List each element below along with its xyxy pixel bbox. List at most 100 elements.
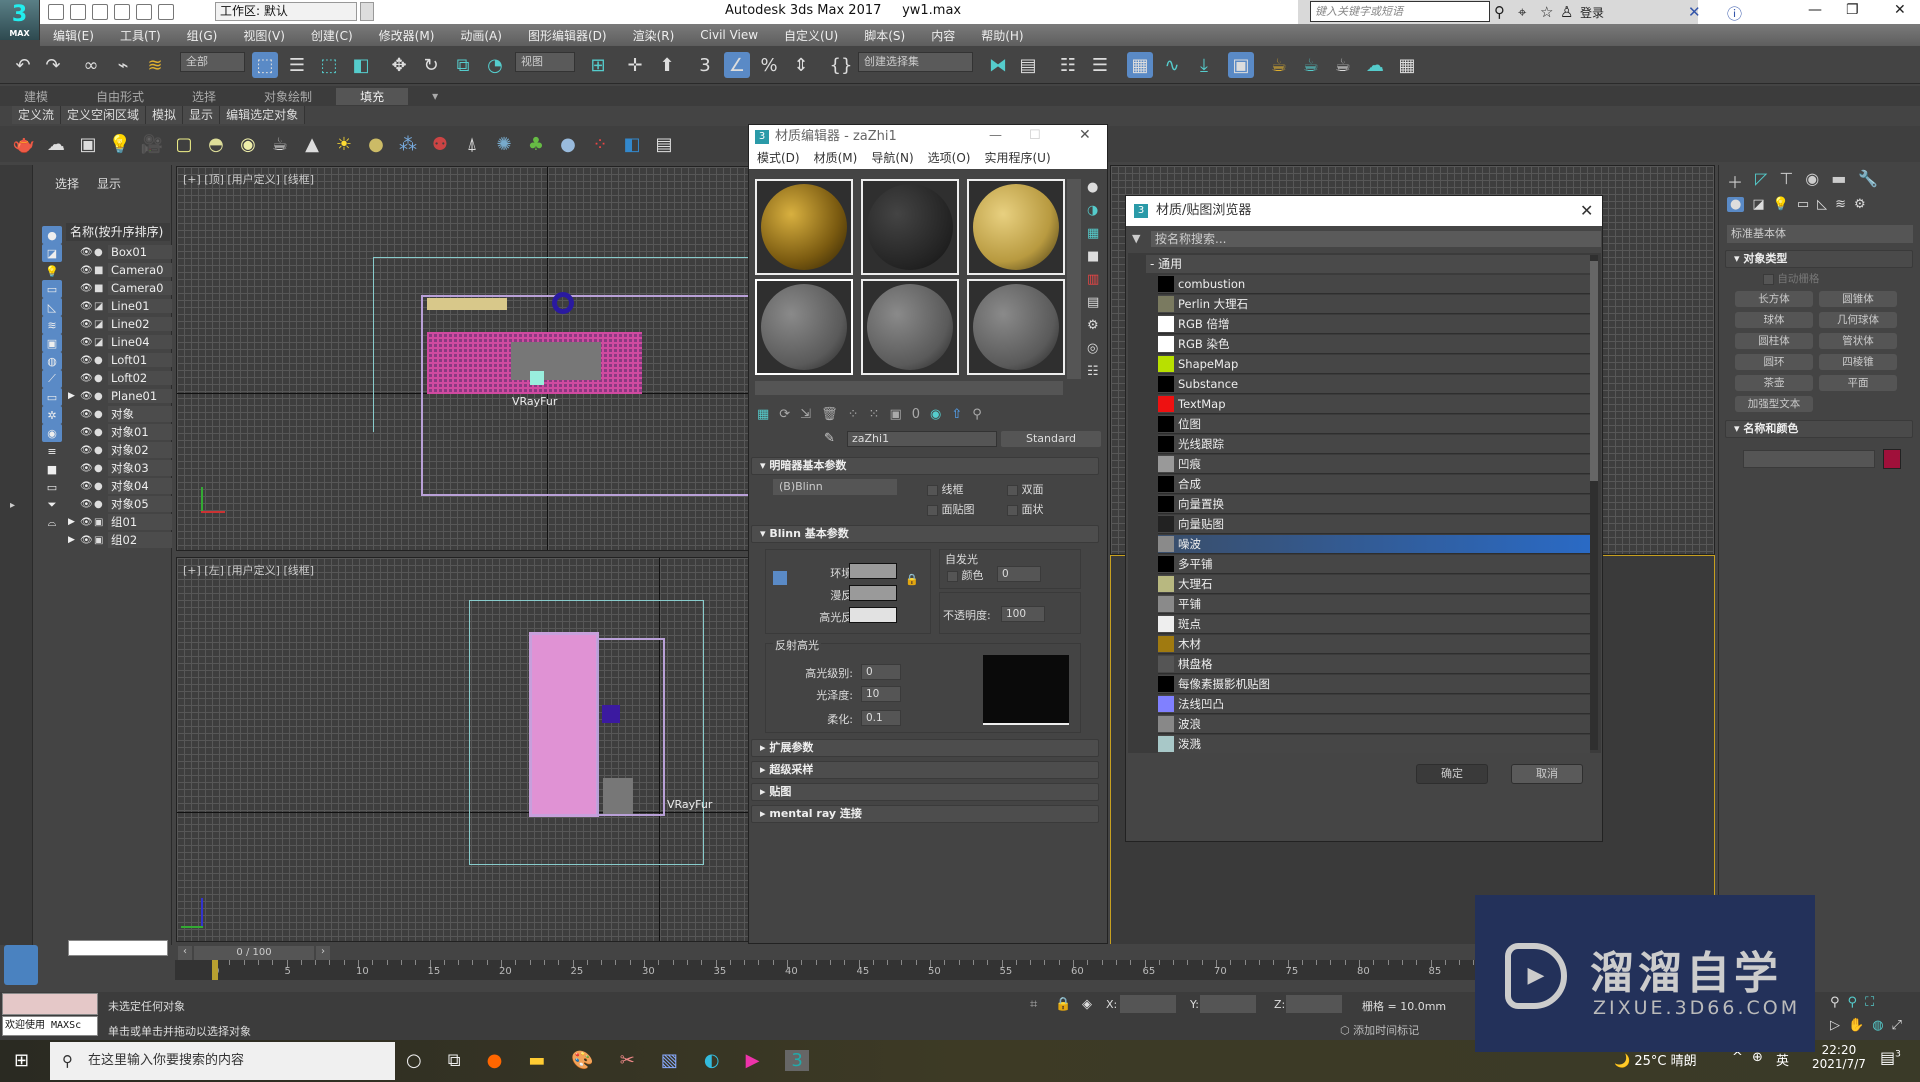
snipping-tool-icon[interactable]: ✂	[620, 1050, 635, 1071]
mesh-light-icon[interactable]: ☕	[268, 134, 292, 155]
dome-light-icon[interactable]: ◓	[204, 134, 228, 155]
redo-icon[interactable]	[136, 4, 152, 20]
map-list-item[interactable]: 波浪	[1158, 715, 1590, 734]
file-explorer-icon[interactable]: ▬	[528, 1050, 545, 1071]
map-list-item[interactable]: 多平铺	[1158, 555, 1590, 574]
fov-icon[interactable]: ▷	[1830, 1018, 1840, 1033]
self-illum-color-checkbox[interactable]: 颜色	[947, 567, 984, 583]
menu-navigation[interactable]: 导航(N)	[871, 149, 913, 169]
visibility-eye-icon[interactable]: 👁	[80, 535, 94, 546]
window-crossing-icon[interactable]: ◧	[348, 52, 374, 78]
rollout-blinn-basic[interactable]: ▾ Blinn 基本参数	[751, 525, 1099, 543]
rollout-maps[interactable]: ▸ 贴图	[751, 783, 1099, 801]
sun-icon[interactable]: ☀	[332, 134, 356, 155]
save-icon[interactable]	[92, 4, 108, 20]
align-icon[interactable]: ▤	[1015, 52, 1041, 78]
tree-item[interactable]: ▶ 👁 ● Plane01	[68, 387, 172, 405]
search-by-name-input[interactable]: 按名称搜索...	[1151, 231, 1601, 247]
zoom-all-icon[interactable]: ⚲	[1848, 995, 1858, 1010]
ies-light-icon[interactable]: ▲	[300, 134, 324, 155]
3dsmax-taskbar-icon[interactable]: 3	[785, 1050, 809, 1071]
ambient-light-icon[interactable]: ●	[364, 134, 388, 155]
map-list-item[interactable]: combustion	[1158, 275, 1590, 294]
viewport-top[interactable]: [+] [顶] [用户定义] [线框] VRayFur	[176, 166, 750, 551]
taskbar-search-input[interactable]: 在这里输入你要搜索的内容	[50, 1042, 395, 1080]
orbit-icon[interactable]: ◍	[1872, 1018, 1883, 1033]
map-list-item[interactable]: 位图	[1158, 415, 1590, 434]
assign-to-selection-icon[interactable]: ⇲	[800, 407, 811, 422]
create-object-button[interactable]: 长方体	[1735, 291, 1813, 307]
create-object-button[interactable]: 几何球体	[1819, 312, 1897, 328]
visibility-eye-icon[interactable]: 👁	[80, 373, 94, 384]
menu-modifiers[interactable]: 修改器(M)	[366, 27, 448, 44]
show-map-icon[interactable]: 0	[912, 407, 920, 422]
viewport-layout-tab[interactable]	[4, 945, 38, 985]
filter-funnel-icon[interactable]: ⏷	[42, 496, 62, 514]
vray-material-icon[interactable]: ●	[556, 134, 580, 155]
tree-item[interactable]: 👁 ● Loft02	[68, 369, 172, 387]
autogrid-checkbox[interactable]: 自动栅格	[1763, 271, 1819, 286]
visibility-eye-icon[interactable]: 👁	[80, 319, 94, 330]
curve-editor-icon[interactable]: ∿	[1159, 52, 1185, 78]
rendered-frame-window-icon[interactable]: ☕	[1298, 52, 1324, 78]
menu-rendering[interactable]: 渲染(R)	[620, 27, 688, 44]
edge-icon[interactable]: ◐	[704, 1050, 720, 1071]
cameras-icon[interactable]: ▭	[1797, 197, 1809, 212]
rollout-shader-basic[interactable]: ▾ 明暗器基本参数	[751, 457, 1099, 475]
rollout-name-color[interactable]: ▾ 名称和颜色	[1725, 420, 1913, 438]
render-cloud-icon[interactable]: ☁	[1362, 52, 1388, 78]
tray-expand-icon[interactable]: ^	[1732, 1050, 1743, 1065]
menu-options[interactable]: 选项(O)	[928, 149, 971, 169]
explorer-tab-select[interactable]: 选择	[55, 175, 79, 192]
map-list-item[interactable]: 每像素摄影机贴图	[1158, 675, 1590, 694]
filter-bones-icon[interactable]: ⟋	[42, 370, 62, 388]
vray-render-region-icon[interactable]: ◧	[620, 134, 644, 155]
panel-edit-selected[interactable]: 编辑选定对象	[220, 106, 306, 124]
lock-icon[interactable]: 🔒	[905, 573, 919, 586]
visibility-eye-icon[interactable]: 👁	[80, 463, 94, 474]
project-icon[interactable]	[158, 4, 174, 20]
proxy-icon[interactable]: ⁂	[396, 134, 420, 155]
maxscript-input[interactable]: 欢迎使用 MAXSc	[2, 1016, 98, 1036]
material-id-icon[interactable]: ▣	[889, 407, 901, 422]
visibility-eye-icon[interactable]: 👁	[80, 265, 94, 276]
vray-multi-icon[interactable]: ⁘	[588, 134, 612, 155]
zoom-icon[interactable]: ⚲	[1830, 995, 1840, 1010]
visibility-eye-icon[interactable]: 👁	[80, 283, 94, 294]
unlink-icon[interactable]: ⌁	[110, 52, 136, 78]
search-input[interactable]: 键入关键字或短语	[1310, 1, 1490, 22]
close-button[interactable]: ✕	[1580, 201, 1593, 220]
named-selection-dropdown[interactable]: 创建选择集	[858, 52, 973, 72]
redo-icon[interactable]: ↷	[40, 52, 66, 78]
systems-icon[interactable]: ⚙	[1854, 197, 1866, 212]
map-list-item[interactable]: 光线跟踪	[1158, 435, 1590, 454]
map-list-item[interactable]: 斑点	[1158, 615, 1590, 634]
weather[interactable]: 🌙 25°C 晴朗	[1614, 1050, 1697, 1069]
menu-animation[interactable]: 动画(A)	[447, 27, 515, 44]
menu-views[interactable]: 视图(V)	[230, 27, 298, 44]
render-setup-icon[interactable]: ☕	[1266, 52, 1292, 78]
video-app-icon[interactable]: ▶	[746, 1050, 760, 1071]
browser-options-icon[interactable]: ▼	[1132, 232, 1140, 245]
uv-tiling-icon[interactable]: ■	[1087, 249, 1099, 264]
filter-groups-icon[interactable]: ▣	[42, 334, 62, 352]
visibility-eye-icon[interactable]: 👁	[80, 499, 94, 510]
shapes-icon[interactable]: ◪	[1752, 197, 1764, 212]
map-list-item[interactable]: 法线凹凸	[1158, 695, 1590, 714]
self-illum-spinner[interactable]: 0	[997, 566, 1041, 582]
ribbon-options-icon[interactable]: ▾	[408, 89, 462, 103]
panel-simulate[interactable]: 模拟	[146, 106, 184, 124]
panel-display[interactable]: 显示	[183, 106, 221, 124]
create-object-button[interactable]: 圆锥体	[1819, 291, 1897, 307]
viewport-left[interactable]: [+] [左] [用户定义] [线框] VRayFur	[176, 557, 750, 942]
exchange-icon[interactable]: ✕	[1688, 3, 1701, 21]
tree-item[interactable]: 👁 ● Loft01	[68, 351, 172, 369]
filter-cameras-icon[interactable]: ▭	[42, 280, 62, 298]
opacity-spinner[interactable]: 100	[1001, 606, 1045, 622]
vray-log-icon[interactable]: ▤	[652, 134, 676, 155]
put-to-library-icon[interactable]: ⁙	[869, 407, 880, 422]
select-by-name-icon[interactable]: ☰	[284, 52, 310, 78]
layer-explorer-icon[interactable]: ☰	[1087, 52, 1113, 78]
menu-civil-view[interactable]: Civil View	[687, 28, 771, 42]
tree-item[interactable]: 👁 ● 对象	[68, 405, 172, 423]
